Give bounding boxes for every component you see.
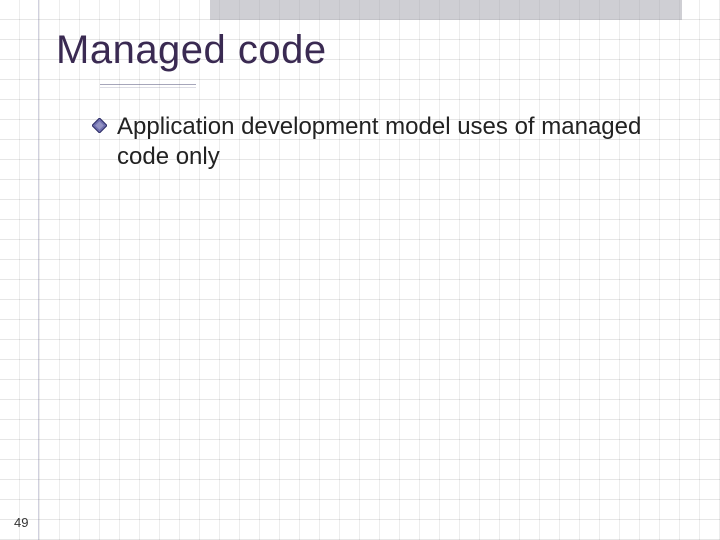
rule-lines — [0, 0, 720, 540]
margin-line — [38, 0, 39, 540]
bullet-item: Application development model uses of ma… — [92, 112, 650, 172]
title-bar-shade — [210, 0, 682, 20]
slide-title: Managed code — [56, 28, 327, 73]
slide: Managed code Application development mod… — [0, 0, 720, 540]
title-underline — [100, 84, 196, 88]
bullet-text: Application development model uses of ma… — [117, 112, 650, 172]
slide-body: Application development model uses of ma… — [92, 112, 650, 172]
diamond-bullet-icon — [92, 118, 107, 133]
page-number: 49 — [14, 515, 28, 530]
